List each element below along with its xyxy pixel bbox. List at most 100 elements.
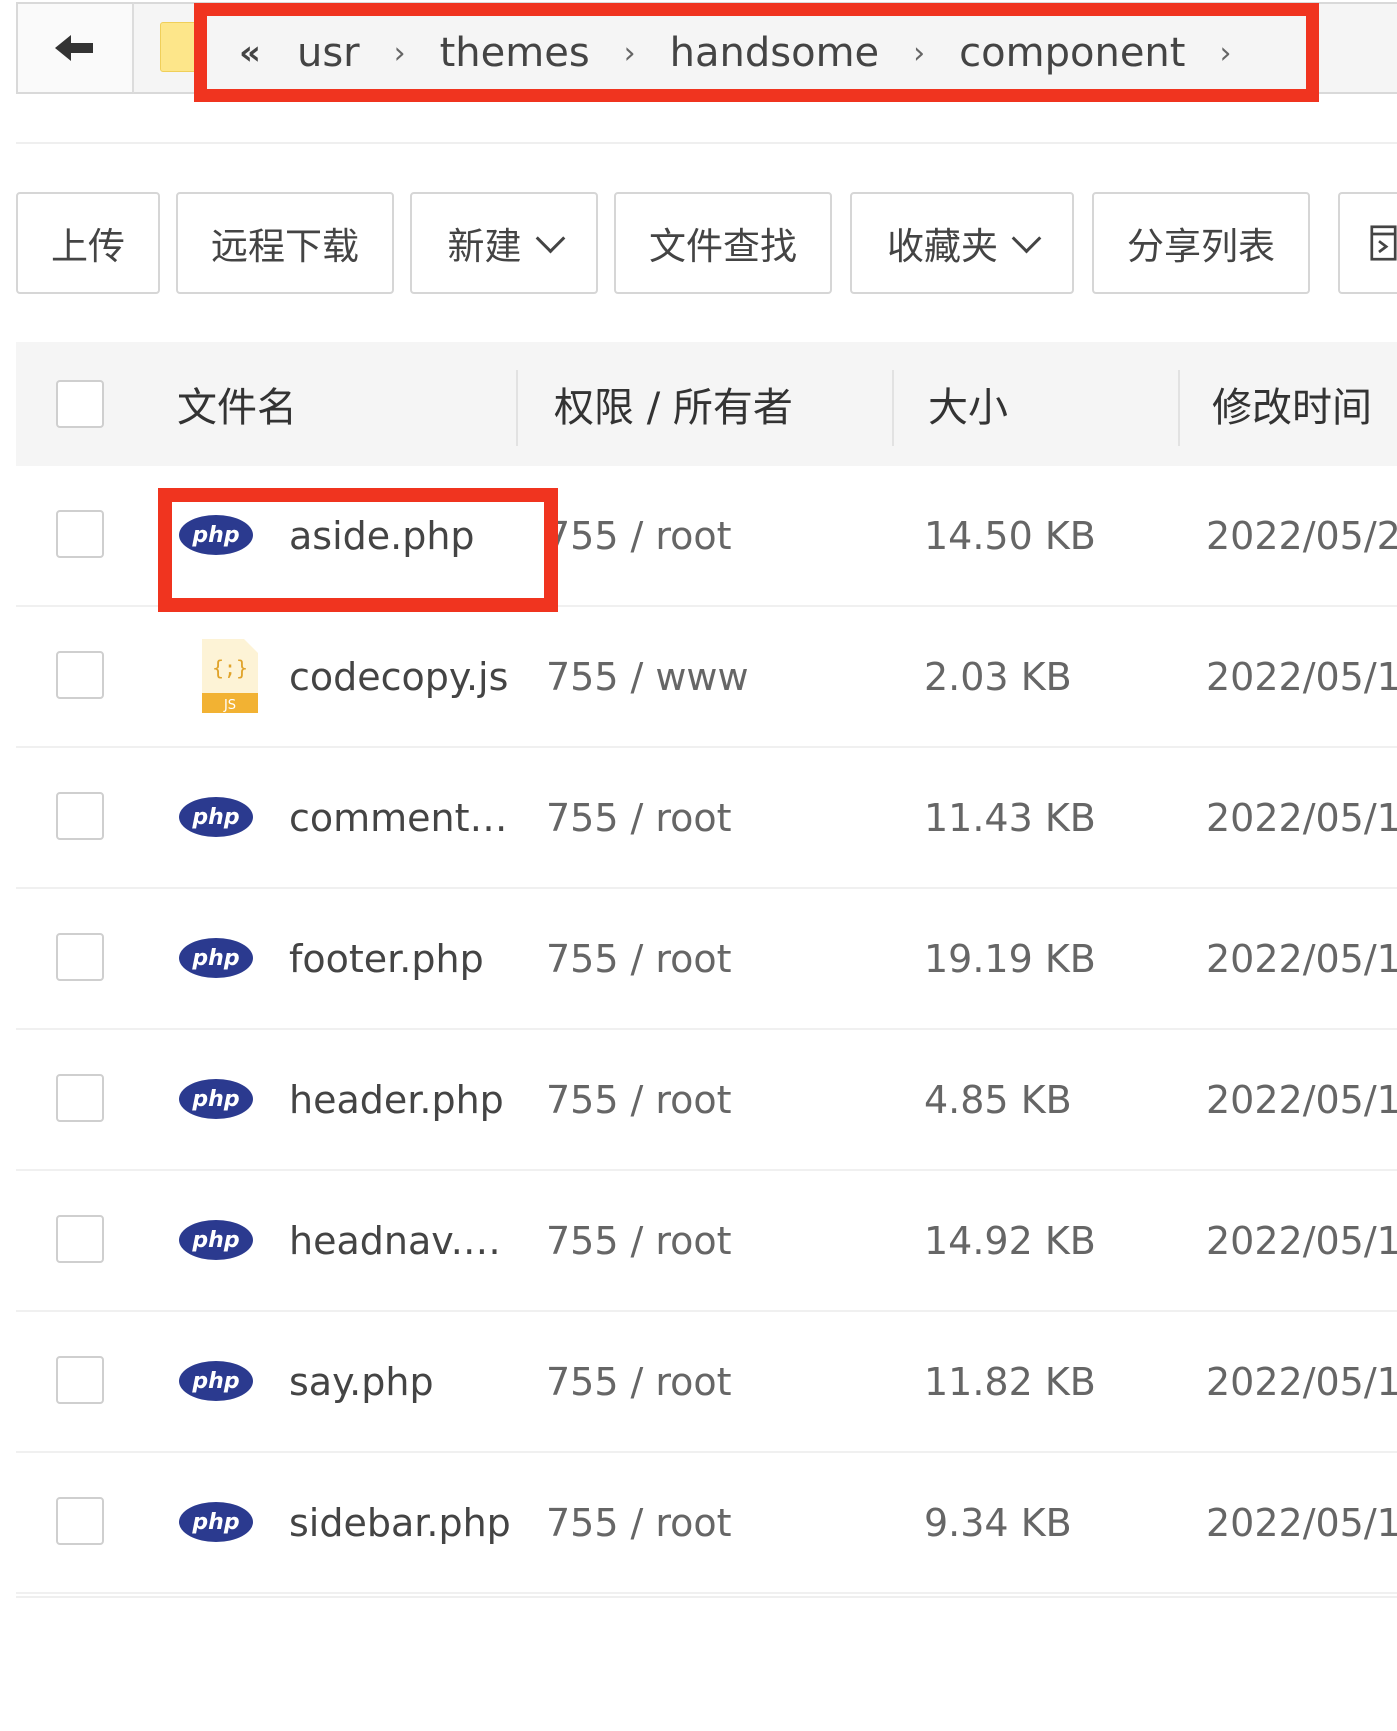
file-name[interactable]: sidebar.php: [289, 1453, 511, 1592]
file-size: 14.92 KB: [924, 1218, 1096, 1263]
file-permission: 755: [546, 936, 619, 981]
file-owner: root: [655, 513, 732, 558]
row-checkbox[interactable]: [56, 510, 104, 558]
arrow-left-icon: [55, 35, 93, 61]
remote-download-label: 远程下载: [211, 225, 359, 268]
chevron-right-icon[interactable]: ›: [1219, 36, 1231, 71]
file-name[interactable]: codecopy.js: [289, 607, 508, 746]
chevron-down-icon: [1011, 223, 1042, 253]
row-checkbox[interactable]: [56, 933, 104, 981]
favorites-dropdown-button[interactable]: 收藏夹: [850, 192, 1074, 294]
row-checkbox[interactable]: [56, 1497, 104, 1545]
breadcrumb-item-themes[interactable]: themes: [440, 30, 590, 76]
row-checkbox[interactable]: [56, 1356, 104, 1404]
column-header-size[interactable]: 大小: [928, 342, 1008, 466]
new-button-label: 新建: [447, 225, 522, 268]
file-name[interactable]: header.php: [289, 1030, 504, 1169]
file-permission-owner[interactable]: 755 / root: [546, 466, 732, 605]
new-dropdown-button[interactable]: 新建: [410, 192, 598, 294]
file-mtime: 2022/05/18: [1206, 1500, 1397, 1545]
file-mtime: 2022/05/18: [1206, 1359, 1397, 1404]
file-size: 14.50 KB: [924, 513, 1096, 558]
table-row[interactable]: php header.php 755 / root 4.85 KB 2022/05/18: [16, 1030, 1397, 1171]
table-row[interactable]: {;} JS codecopy.js 755 / www 2.03 KB 2022/05/…: [16, 607, 1397, 748]
svg-text:php: php: [191, 1369, 239, 1394]
file-permission-owner[interactable]: 755 / root: [546, 1171, 732, 1310]
file-name[interactable]: comment…: [289, 748, 508, 887]
chevron-right-icon: ›: [393, 35, 406, 71]
file-size: 11.43 KB: [924, 795, 1096, 840]
breadcrumb-item-component[interactable]: component: [959, 30, 1185, 76]
row-checkbox[interactable]: [56, 651, 104, 699]
slash-separator: /: [630, 1500, 644, 1545]
back-button[interactable]: [16, 2, 134, 94]
file-owner: root: [655, 795, 732, 840]
file-size: 9.34 KB: [924, 1500, 1072, 1545]
column-header-name[interactable]: 文件名: [177, 342, 297, 466]
php-file-icon: php: [179, 1079, 253, 1119]
row-checkbox[interactable]: [56, 792, 104, 840]
share-list-button[interactable]: 分享列表: [1092, 192, 1310, 294]
svg-text:php: php: [191, 1228, 239, 1253]
table-row[interactable]: php say.php 755 / root 11.82 KB 2022/05/18: [16, 1312, 1397, 1453]
upload-button[interactable]: 上传: [16, 192, 160, 294]
remote-download-button[interactable]: 远程下载: [176, 192, 394, 294]
file-permission-owner[interactable]: 755 / root: [546, 748, 732, 887]
table-row[interactable]: php footer.php 755 / root 19.19 KB 2022/05/1…: [16, 889, 1397, 1030]
file-mtime: 2022/05/18: [1206, 1077, 1397, 1122]
file-permission-owner[interactable]: 755 / root: [546, 1030, 732, 1169]
file-permission-owner[interactable]: 755 / root: [546, 889, 732, 1028]
file-permission-owner[interactable]: 755 / root: [546, 1453, 732, 1592]
select-all-checkbox[interactable]: [56, 380, 104, 428]
file-permission-owner[interactable]: 755 / www: [546, 607, 749, 746]
row-checkbox[interactable]: [56, 1215, 104, 1263]
upload-button-label: 上传: [51, 225, 125, 268]
file-search-button[interactable]: 文件查找: [614, 192, 832, 294]
column-header-perm[interactable]: 权限 / 所有者: [554, 342, 793, 466]
table-row[interactable]: php comment… 755 / root 11.43 KB 2022/05/18: [16, 748, 1397, 889]
breadcrumb-item-usr[interactable]: usr: [297, 30, 360, 76]
file-name[interactable]: footer.php: [289, 889, 484, 1028]
breadcrumb: « usr › themes › handsome › component ›: [194, 3, 1319, 102]
file-name[interactable]: say.php: [289, 1312, 434, 1451]
collapse-path-icon[interactable]: «: [239, 33, 261, 73]
column-divider: [516, 370, 518, 446]
php-file-icon: php: [179, 1361, 253, 1401]
slash-separator: /: [630, 936, 644, 981]
file-mtime: 2022/05/18: [1206, 1218, 1397, 1263]
annotation-highlight: [158, 488, 558, 612]
slash-separator: /: [630, 1218, 644, 1263]
row-checkbox[interactable]: [56, 1074, 104, 1122]
column-divider: [1178, 370, 1180, 446]
file-mtime: 2022/05/19: [1206, 654, 1397, 699]
breadcrumb-item-handsome[interactable]: handsome: [670, 30, 880, 76]
table-header: 文件名 权限 / 所有者 大小 修改时间: [16, 342, 1397, 466]
file-size: 2.03 KB: [924, 654, 1072, 699]
file-mtime: 2022/05/19: [1206, 936, 1397, 981]
slash-separator: /: [630, 654, 644, 699]
php-file-icon: php: [179, 1502, 253, 1542]
file-owner: root: [655, 1500, 732, 1545]
svg-text:php: php: [191, 805, 239, 830]
table-row[interactable]: php sidebar.php 755 / root 9.34 KB 2022/05/1…: [16, 1453, 1397, 1594]
file-name[interactable]: headnav.…: [289, 1171, 501, 1310]
column-header-mtime[interactable]: 修改时间: [1212, 342, 1372, 466]
file-permission: 755: [546, 795, 619, 840]
slash-separator: /: [630, 1077, 644, 1122]
slash-separator: /: [630, 1359, 644, 1404]
file-search-label: 文件查找: [649, 225, 797, 268]
slash-separator: /: [630, 795, 644, 840]
terminal-button[interactable]: [1338, 192, 1397, 294]
file-permission-owner[interactable]: 755 / root: [546, 1312, 732, 1451]
file-owner: www: [655, 654, 749, 699]
chevron-right-icon: ›: [913, 35, 926, 71]
toolbar: 上传 远程下载 新建 文件查找 收藏夹 分享列表: [16, 192, 1397, 294]
terminal-icon: [1370, 225, 1397, 261]
file-permission: 755: [546, 1359, 619, 1404]
file-size: 11.82 KB: [924, 1359, 1096, 1404]
table-row[interactable]: php headnav.… 755 / root 14.92 KB 2022/05/18: [16, 1171, 1397, 1312]
js-file-icon: {;} JS: [202, 639, 258, 713]
file-permission: 755: [546, 1500, 619, 1545]
svg-text:{;}: {;}: [212, 656, 248, 680]
divider: [16, 1596, 1397, 1598]
